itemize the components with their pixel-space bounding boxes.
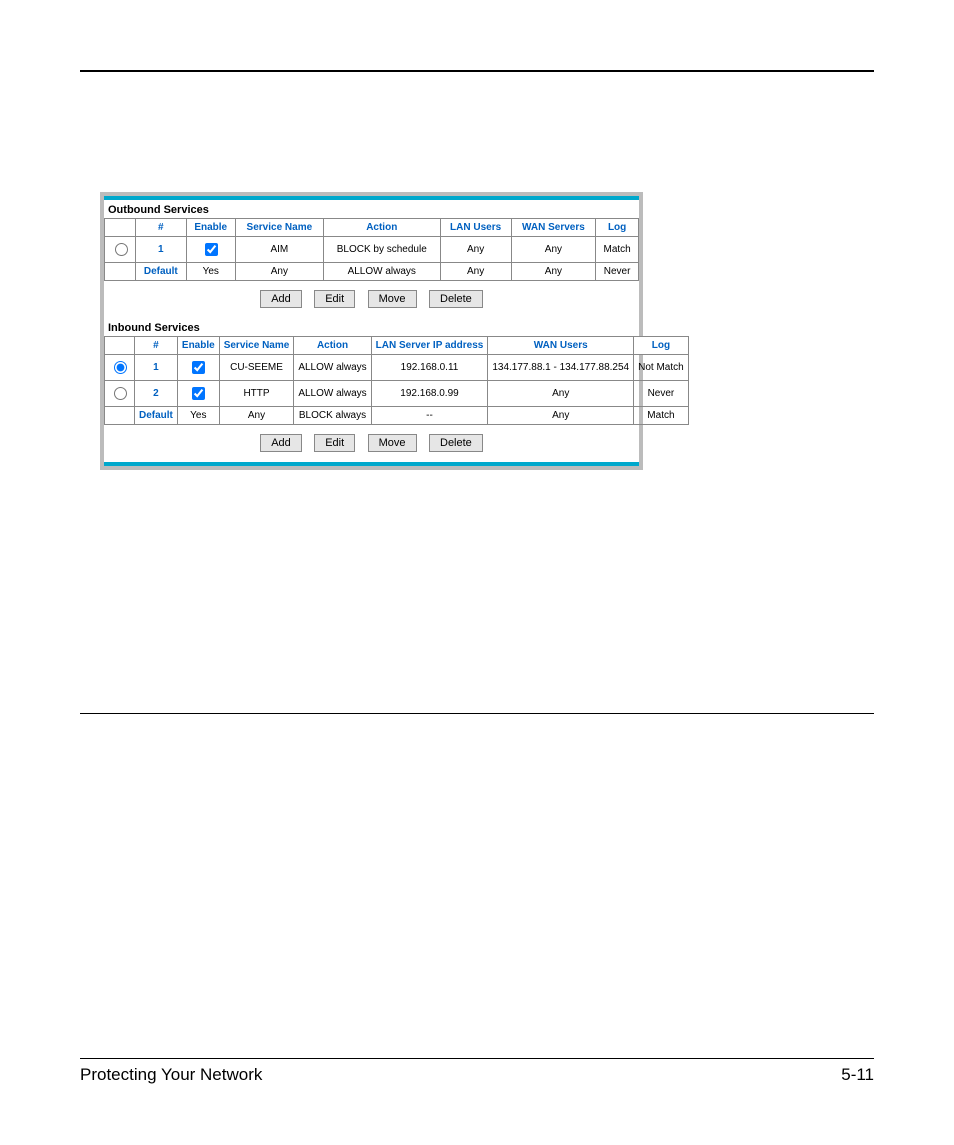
edit-button[interactable]: Edit [314, 434, 355, 452]
move-button[interactable]: Move [368, 290, 417, 308]
cell-wan-users: 134.177.88.1 - 134.177.88.254 [488, 355, 634, 381]
cell-lan-ip: 192.168.0.11 [371, 355, 488, 381]
col-log: Log [634, 337, 689, 355]
cell-log: Not Match [634, 355, 689, 381]
footer-title: Protecting Your Network [80, 1065, 262, 1085]
cell-service: HTTP [219, 381, 294, 407]
enable-checkbox[interactable] [205, 243, 218, 256]
cell-service: Any [219, 407, 294, 425]
inbound-header-row: # Enable Service Name Action LAN Server … [105, 337, 689, 355]
col-num: # [136, 219, 187, 237]
rule-link[interactable]: 2 [153, 388, 159, 399]
cell-wan: Any [511, 237, 596, 263]
cell-log: Match [596, 237, 639, 263]
col-lan-server-ip: LAN Server IP address [371, 337, 488, 355]
delete-button[interactable]: Delete [429, 290, 483, 308]
col-wan-servers: WAN Servers [511, 219, 596, 237]
rule-link[interactable]: Default [139, 410, 173, 421]
col-service-name: Service Name [219, 337, 294, 355]
cell-enable: Yes [186, 263, 235, 281]
col-action: Action [323, 219, 440, 237]
mid-rule [80, 713, 874, 714]
cell-log: Never [596, 263, 639, 281]
outbound-title: Outbound Services [104, 200, 639, 218]
cell-service: CU-SEEME [219, 355, 294, 381]
header-rule [80, 70, 874, 72]
cell-log: Match [634, 407, 689, 425]
cell-enable: Yes [177, 407, 219, 425]
cell-log: Never [634, 381, 689, 407]
col-select [105, 337, 135, 355]
table-row: 1 CU-SEEME ALLOW always 192.168.0.11 134… [105, 355, 689, 381]
table-row: Default Yes Any ALLOW always Any Any Nev… [105, 263, 639, 281]
cell-lan-ip: 192.168.0.99 [371, 381, 488, 407]
inbound-title: Inbound Services [104, 318, 639, 336]
firewall-rules-panel: Outbound Services # Enable Service Name … [100, 192, 643, 470]
col-log: Log [596, 219, 639, 237]
col-action: Action [294, 337, 371, 355]
inbound-buttons: Add Edit Move Delete [104, 425, 639, 462]
cell-action: BLOCK by schedule [323, 237, 440, 263]
page-number: 5-11 [841, 1065, 874, 1085]
move-button[interactable]: Move [368, 434, 417, 452]
col-num: # [135, 337, 178, 355]
select-radio[interactable] [114, 387, 127, 400]
cell-service: Any [235, 263, 323, 281]
page-footer: Protecting Your Network 5-11 [80, 1058, 874, 1085]
outbound-buttons: Add Edit Move Delete [104, 281, 639, 318]
cell-lan-ip: -- [371, 407, 488, 425]
rule-link[interactable]: 1 [158, 244, 164, 255]
col-enable: Enable [177, 337, 219, 355]
cell-wan-users: Any [488, 381, 634, 407]
cell-service: AIM [235, 237, 323, 263]
delete-button[interactable]: Delete [429, 434, 483, 452]
select-radio[interactable] [115, 243, 128, 256]
rule-link[interactable]: Default [144, 266, 178, 277]
enable-checkbox[interactable] [192, 387, 205, 400]
outbound-table: # Enable Service Name Action LAN Users W… [104, 218, 639, 281]
cell-action: ALLOW always [323, 263, 440, 281]
inbound-table: # Enable Service Name Action LAN Server … [104, 336, 689, 425]
table-row: 2 HTTP ALLOW always 192.168.0.99 Any Nev… [105, 381, 689, 407]
outbound-header-row: # Enable Service Name Action LAN Users W… [105, 219, 639, 237]
table-row: 1 AIM BLOCK by schedule Any Any Match [105, 237, 639, 263]
col-wan-users: WAN Users [488, 337, 634, 355]
col-enable: Enable [186, 219, 235, 237]
cell-action: BLOCK always [294, 407, 371, 425]
select-radio[interactable] [114, 361, 127, 374]
edit-button[interactable]: Edit [314, 290, 355, 308]
col-select [105, 219, 136, 237]
cell-lan: Any [440, 237, 511, 263]
enable-checkbox[interactable] [192, 361, 205, 374]
col-service-name: Service Name [235, 219, 323, 237]
add-button[interactable]: Add [260, 434, 302, 452]
cell-action: ALLOW always [294, 381, 371, 407]
divider-bottom [104, 462, 639, 466]
table-row: Default Yes Any BLOCK always -- Any Matc… [105, 407, 689, 425]
rule-link[interactable]: 1 [153, 362, 159, 373]
cell-lan: Any [440, 263, 511, 281]
add-button[interactable]: Add [260, 290, 302, 308]
col-lan-users: LAN Users [440, 219, 511, 237]
cell-wan: Any [511, 263, 596, 281]
cell-action: ALLOW always [294, 355, 371, 381]
cell-wan-users: Any [488, 407, 634, 425]
